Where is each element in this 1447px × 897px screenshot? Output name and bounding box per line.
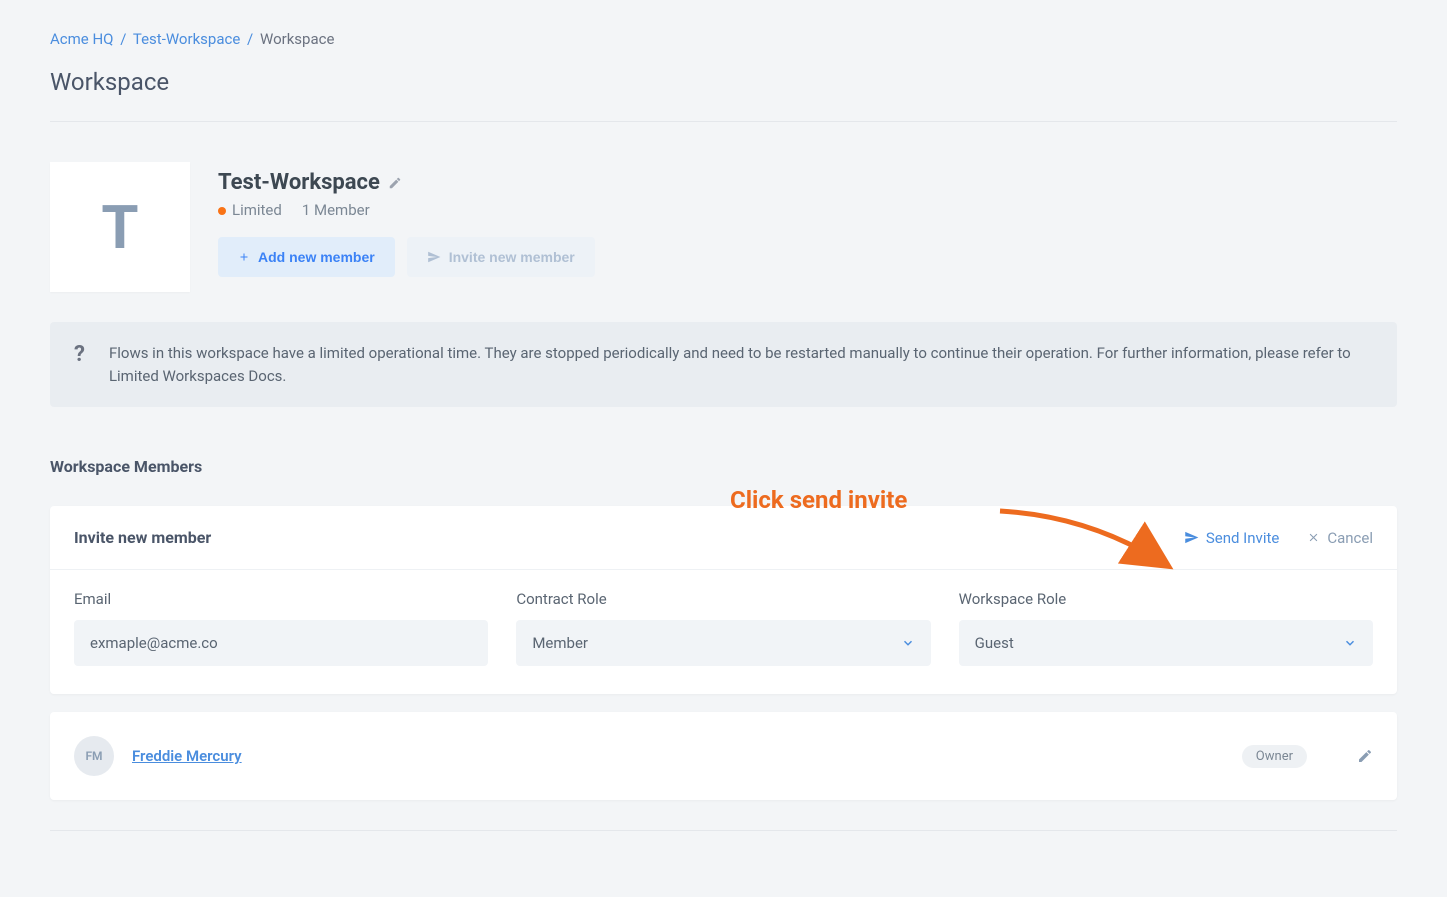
breadcrumb-sep: / [120,30,126,48]
workspace-header: T Test-Workspace Limited 1 Member Add ne… [50,162,1397,292]
breadcrumb-current: Workspace [260,30,334,48]
invite-card: Invite new member Send Invite Cancel Ema… [50,506,1397,694]
add-member-button[interactable]: Add new member [218,237,395,277]
breadcrumb-sep: / [247,30,253,48]
info-banner-text: Flows in this workspace have a limited o… [109,342,1373,387]
email-input[interactable] [74,620,488,666]
contract-role-value: Member [532,634,588,652]
chevron-down-icon [901,636,915,650]
workspace-role-label: Workspace Role [959,590,1373,608]
breadcrumb: Acme HQ / Test-Workspace / Workspace [50,30,1397,48]
member-role-badge: Owner [1242,745,1307,768]
cancel-button[interactable]: Cancel [1307,529,1373,547]
contract-role-label: Contract Role [516,590,930,608]
invite-member-label: Invite new member [449,249,575,265]
chevron-down-icon [1343,636,1357,650]
plus-icon [238,251,250,263]
paper-plane-icon [427,250,441,264]
workspace-status-label: Limited [232,201,282,219]
breadcrumb-org[interactable]: Acme HQ [50,30,114,48]
breadcrumb-workspace[interactable]: Test-Workspace [133,30,240,48]
workspace-avatar: T [50,162,190,292]
workspace-role-field-wrap: Workspace Role Guest [959,590,1373,666]
email-label: Email [74,590,488,608]
workspace-info: Test-Workspace Limited 1 Member Add new … [218,162,595,277]
annotation-arrow-icon [970,496,1190,586]
member-name-link[interactable]: Freddie Mercury [132,747,242,765]
invite-card-body: Email Contract Role Member Workspace Rol… [50,570,1397,694]
workspace-status: Limited [218,201,282,219]
contract-role-select[interactable]: Member [516,620,930,666]
add-member-label: Add new member [258,249,375,265]
annotation-text: Click send invite [730,486,907,514]
workspace-role-value: Guest [975,634,1014,652]
close-icon [1307,531,1320,544]
member-row: FM Freddie Mercury Owner [50,712,1397,800]
invite-card-header: Invite new member Send Invite Cancel [50,506,1397,570]
edit-member-icon[interactable] [1357,748,1373,764]
question-icon: ? [74,342,85,366]
member-card: FM Freddie Mercury Owner [50,712,1397,800]
send-invite-button[interactable]: Send Invite [1184,529,1279,547]
workspace-role-select[interactable]: Guest [959,620,1373,666]
invite-member-button: Invite new member [407,237,595,277]
workspace-member-count: 1 Member [302,201,370,219]
send-invite-label: Send Invite [1206,529,1279,547]
edit-name-icon[interactable] [388,176,402,190]
members-section-title: Workspace Members [50,457,1397,476]
invite-card-title: Invite new member [74,528,211,547]
contract-role-field-wrap: Contract Role Member [516,590,930,666]
email-field-wrap: Email [74,590,488,666]
info-banner: ? Flows in this workspace have a limited… [50,322,1397,407]
bottom-divider [50,830,1397,831]
status-dot-icon [218,207,226,215]
member-avatar: FM [74,736,114,776]
workspace-name: Test-Workspace [218,170,380,195]
cancel-label: Cancel [1327,529,1373,547]
page-title: Workspace [50,68,1397,122]
